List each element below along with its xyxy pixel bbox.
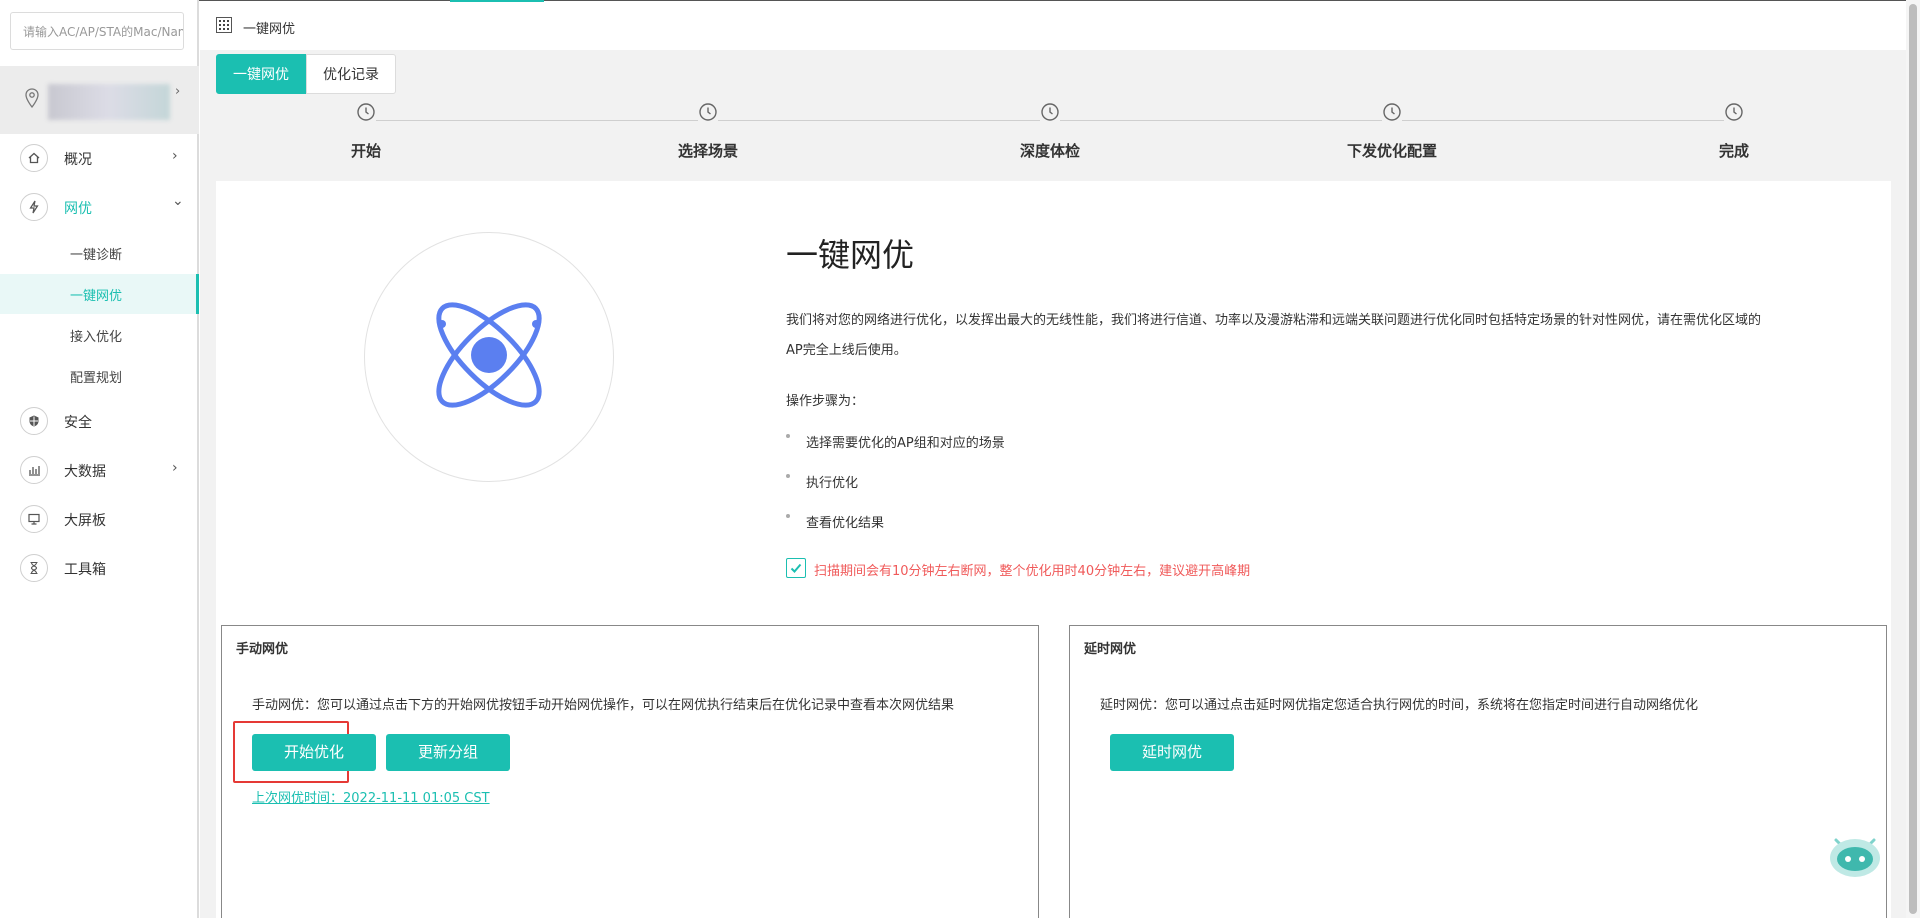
sidebar: 请输入AC/AP/STA的Mac/Name › 概况 › 网优 ⌄ 一键诊断 一… xyxy=(0,0,199,918)
step-label: 开始 xyxy=(350,142,381,160)
list-item: 查看优化结果 xyxy=(786,512,884,531)
sidebar-item-label: 大数据 xyxy=(64,464,106,480)
warning-checkbox[interactable] xyxy=(786,558,806,578)
tab-one-click-opt[interactable]: 一键网优 xyxy=(216,54,306,94)
monitor-icon xyxy=(20,505,48,533)
panel-description: 手动网优：您可以通过点击下方的开始网优按钮手动开始网优操作，可以在网优执行结束后… xyxy=(252,698,955,713)
warning-text: 扫描期间会有10分钟左右断网，整个优化用时40分钟左右，建议避开高峰期 xyxy=(814,564,1251,579)
sidebar-subitem-config-plan[interactable]: 配置规划 xyxy=(0,356,199,396)
sidebar-subitem-label: 一键网优 xyxy=(70,289,123,304)
sidebar-subitem-label: 接入优化 xyxy=(70,330,123,345)
sidebar-subitem-access-opt[interactable]: 接入优化 xyxy=(0,315,199,355)
scrollbar-thumb[interactable] xyxy=(1909,4,1917,914)
bar-chart-icon xyxy=(20,456,48,484)
step-label: 下发优化配置 xyxy=(1346,142,1437,160)
chevron-right-icon: › xyxy=(175,84,181,99)
shield-icon xyxy=(20,407,48,435)
steps-heading: 操作步骤为： xyxy=(786,394,865,409)
step-label: 深度体检 xyxy=(1019,142,1080,160)
hourglass-icon xyxy=(20,554,48,582)
last-optimization-time-link[interactable]: 上次网优时间：2022-11-11 01:05 CST xyxy=(252,787,490,806)
step-complete: 完成 xyxy=(1654,102,1814,161)
list-item: 选择需要优化的AP组和对应的场景 xyxy=(786,432,1005,451)
step-start: 开始 xyxy=(286,102,446,161)
sidebar-item-label: 大屏板 xyxy=(64,513,106,529)
delayed-optimization-button[interactable]: 延时网优 xyxy=(1110,734,1234,771)
sidebar-item-label: 工具箱 xyxy=(64,562,106,578)
panel-title: 手动网优 xyxy=(236,642,289,657)
clock-icon xyxy=(356,102,376,122)
delayed-opt-panel: 延时网优 延时网优：您可以通过点击延时网优指定您适合执行网优的时间，系统将在您指… xyxy=(1069,625,1887,918)
panel-description: 延时网优：您可以通过点击延时网优指定您适合执行网优的时间，系统将在您指定时间进行… xyxy=(1100,698,1699,713)
chat-bot-icon[interactable] xyxy=(1828,830,1882,880)
sidebar-item-label: 安全 xyxy=(64,415,92,431)
sidebar-subitem-diagnosis[interactable]: 一键诊断 xyxy=(0,233,199,273)
list-item: 执行优化 xyxy=(786,472,858,491)
location-name-blurred xyxy=(48,84,170,120)
location-selector[interactable]: › xyxy=(0,66,199,134)
search-input[interactable]: 请输入AC/AP/STA的Mac/Name xyxy=(10,12,184,50)
panel-title: 延时网优 xyxy=(1084,642,1137,657)
step-select-scene: 选择场景 xyxy=(628,102,788,161)
step-deep-check: 深度体检 xyxy=(970,102,1130,161)
sidebar-item-big-data[interactable]: 大数据 › xyxy=(0,450,199,490)
location-pin-icon xyxy=(25,88,39,109)
clock-icon xyxy=(1724,102,1744,122)
start-optimization-button[interactable]: 开始优化 xyxy=(252,734,376,771)
page-title: 一键网优 xyxy=(786,236,915,274)
step-label: 完成 xyxy=(1718,142,1749,160)
chevron-right-icon: › xyxy=(172,148,178,164)
clock-icon xyxy=(698,102,718,122)
clock-icon xyxy=(1382,102,1402,122)
lightning-icon xyxy=(20,193,48,221)
atom-icon xyxy=(436,302,542,408)
sidebar-subitem-label: 一键诊断 xyxy=(70,248,123,263)
sidebar-subitem-label: 配置规划 xyxy=(70,371,123,386)
grid-menu-icon[interactable] xyxy=(216,17,232,33)
page-header: 一键网优 xyxy=(200,0,1915,50)
step-deploy-config: 下发优化配置 xyxy=(1312,102,1472,161)
tab-opt-records[interactable]: 优化记录 xyxy=(306,54,396,94)
sidebar-subitem-one-click-opt[interactable]: 一键网优 xyxy=(0,274,199,314)
description-text: 我们将对您的网络进行优化，以发挥出最大的无线性能，我们将进行信道、功率以及漫游粘… xyxy=(786,313,1762,358)
sidebar-item-dashboard[interactable]: 大屏板 xyxy=(0,499,199,539)
sidebar-item-network-opt[interactable]: 网优 ⌄ xyxy=(0,187,199,227)
home-icon xyxy=(20,144,48,172)
sidebar-item-label: 概况 xyxy=(64,152,92,168)
chevron-down-icon: ⌄ xyxy=(172,193,184,209)
sidebar-item-overview[interactable]: 概况 › xyxy=(0,138,199,178)
sidebar-item-label: 网优 xyxy=(64,201,92,217)
breadcrumb: 一键网优 xyxy=(243,22,296,37)
sidebar-item-security[interactable]: 安全 xyxy=(0,401,199,441)
step-label: 选择场景 xyxy=(677,142,738,160)
chevron-right-icon: › xyxy=(172,460,178,476)
sidebar-item-toolbox[interactable]: 工具箱 xyxy=(0,548,199,588)
clock-icon xyxy=(1040,102,1060,122)
update-group-button[interactable]: 更新分组 xyxy=(386,734,510,771)
tab-bar: 一键网优 优化记录 xyxy=(216,54,396,94)
